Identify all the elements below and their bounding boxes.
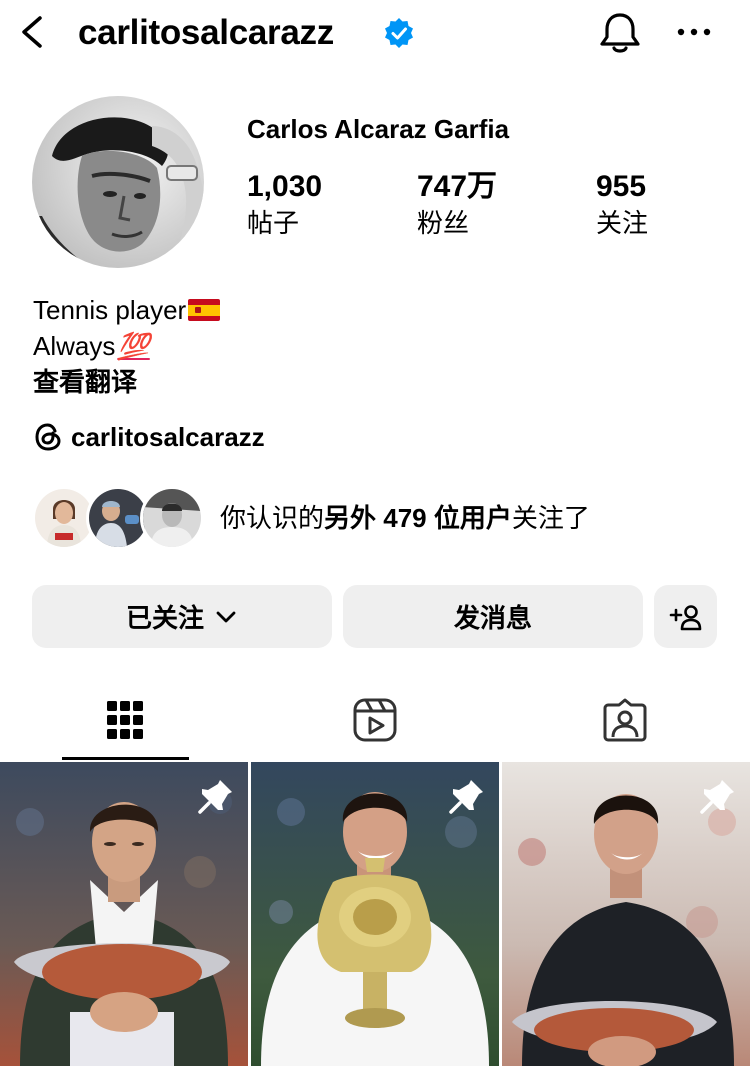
posts-grid — [0, 762, 750, 1066]
profile-avatar[interactable] — [32, 96, 204, 268]
stat-following[interactable]: 955 关注 — [596, 168, 648, 240]
followers-label: 粉丝 — [417, 208, 470, 238]
more-options-button[interactable] — [670, 14, 718, 50]
mutuals-prefix: 你认识的 — [220, 503, 325, 533]
pin-icon — [700, 780, 734, 814]
pin-icon — [449, 780, 483, 814]
avatar-photo — [32, 96, 204, 268]
pin-icon — [198, 780, 232, 814]
back-arrow-icon — [22, 16, 42, 48]
post-thumbnail[interactable] — [502, 762, 750, 1066]
bio-line-1: Tennis player — [33, 292, 221, 328]
following-label: 已关注 — [125, 603, 204, 633]
threads-handle: carlitosalcarazz — [71, 422, 265, 452]
reels-icon — [353, 698, 397, 742]
mutual-followers-text: 你认识的另外 479 位用户关注了 — [220, 501, 590, 535]
profile-bio: Tennis player Always 💯 查看翻译 — [33, 292, 221, 400]
mutuals-count: 另外 479 位用户 — [324, 503, 512, 533]
bio-line-2: Always 💯 — [33, 328, 220, 364]
tab-posts[interactable] — [0, 680, 250, 760]
threads-link[interactable]: carlitosalcarazz — [33, 420, 265, 454]
profile-header: carlitosalcarazz — [0, 0, 750, 70]
message-label: 发消息 — [453, 603, 532, 633]
profile-tabs — [0, 680, 750, 760]
suggested-users-button[interactable] — [654, 585, 717, 648]
back-button[interactable] — [14, 12, 50, 52]
bio-text-1: Tennis player — [33, 295, 187, 325]
active-tab-indicator — [62, 757, 189, 760]
chevron-down-icon — [216, 611, 236, 622]
stat-followers[interactable]: 747万 粉丝 — [417, 168, 497, 240]
tagged-icon — [603, 698, 647, 742]
bell-icon — [600, 13, 640, 53]
tab-reels[interactable] — [250, 680, 500, 760]
following-button[interactable]: 已关注 — [32, 585, 332, 648]
grid-icon — [107, 701, 143, 739]
more-icon — [677, 28, 711, 36]
hundred-points-icon: 💯 — [117, 331, 150, 361]
bio-text-2: Always — [33, 331, 116, 361]
profile-full-name: Carlos Alcaraz Garfia — [247, 114, 510, 144]
notifications-button[interactable] — [596, 10, 644, 56]
mutuals-suffix: 关注了 — [511, 503, 590, 533]
tab-tagged[interactable] — [500, 680, 750, 760]
threads-icon — [35, 423, 61, 451]
spain-flag-icon — [188, 299, 221, 321]
following-label: 关注 — [596, 208, 649, 238]
mutual-followers[interactable]: 你认识的另外 479 位用户关注了 — [32, 486, 590, 550]
posts-label: 帖子 — [247, 208, 300, 238]
profile-username: carlitosalcarazz — [78, 13, 334, 52]
see-translation-link[interactable]: 查看翻译 — [33, 364, 220, 400]
stat-posts[interactable]: 1,030 帖子 — [247, 168, 322, 240]
posts-count: 1,030 — [247, 170, 323, 203]
post-thumbnail[interactable] — [251, 762, 499, 1066]
message-button[interactable]: 发消息 — [343, 585, 643, 648]
post-thumbnail[interactable] — [0, 762, 248, 1066]
verified-badge-icon — [385, 18, 413, 48]
add-person-icon — [669, 604, 701, 630]
following-count: 955 — [596, 170, 647, 203]
mutual-avatar — [140, 486, 204, 550]
followers-count: 747万 — [417, 170, 498, 203]
